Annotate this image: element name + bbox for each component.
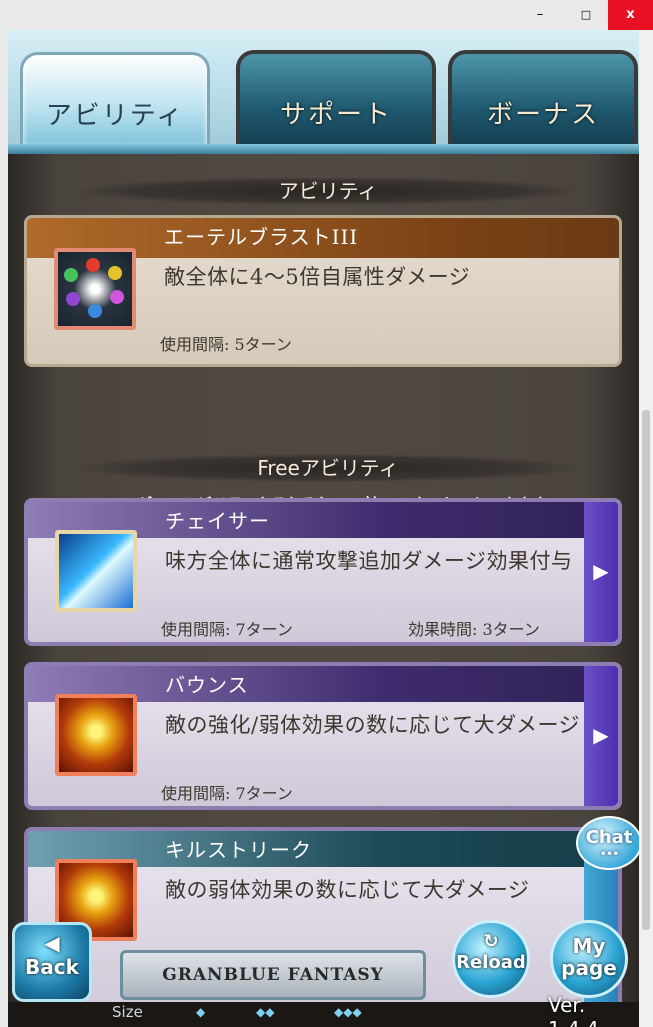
ability-description: 敵全体に4〜5倍自属性ダメージ: [164, 265, 471, 289]
aether-blast-icon: [54, 248, 136, 330]
version-label: Ver. 1.4.4: [548, 993, 599, 1027]
tab-support[interactable]: サポート: [236, 50, 436, 148]
ability-cooldown: 使用間隔: 5ターン: [160, 335, 292, 354]
expand-arrow-button[interactable]: ▶: [584, 666, 618, 806]
reload-label: Reload: [456, 952, 526, 973]
granblue-fantasy-logo: GRANBLUE FANTASY: [120, 950, 426, 1000]
close-button[interactable]: x: [608, 0, 653, 30]
chat-dots-icon: •••: [600, 849, 620, 860]
bounce-icon: [55, 694, 137, 776]
mypage-label: My page: [561, 934, 617, 980]
chaser-icon: [55, 530, 137, 612]
ability-description: 敵の弱体効果の数に応じて大ダメージ: [165, 878, 530, 902]
fire-orb-icon: [86, 258, 100, 272]
free-ability-card-chaser[interactable]: チェイサー 味方全体に通常攻撃追加ダメージ効果付与 使用間隔: 7ターン 効果時…: [24, 498, 622, 646]
tab-bonus[interactable]: ボーナス: [448, 50, 638, 148]
ability-card-aether-blast[interactable]: エーテルブラストIII 敵全体に4〜5倍自属性ダメージ 使用間隔: 5ターン: [24, 215, 622, 367]
arrow-right-icon: ▶: [593, 723, 609, 747]
tab-ability-label: アビリティ: [45, 101, 185, 131]
ability-section-heading: アビリティ: [78, 177, 578, 205]
ability-cooldown: 使用間隔: 7ターン: [161, 620, 293, 639]
ability-description: 味方全体に通常攻撃追加ダメージ効果付与: [165, 549, 573, 573]
arrow-right-icon: ▶: [593, 559, 609, 583]
ability-list-pane[interactable]: アビリティ エーテルブラストIII 敵全体に4〜5倍自属性ダメージ 使用間隔: …: [8, 154, 639, 1027]
tab-bonus-label: ボーナス: [486, 100, 599, 130]
scrollbar-thumb[interactable]: [642, 410, 650, 930]
size-medium-button[interactable]: ◆◆: [256, 1005, 274, 1019]
size-large-button[interactable]: ◆◆◆: [334, 1005, 362, 1019]
tab-support-label: サポート: [279, 100, 392, 130]
wind-orb-icon: [64, 268, 78, 282]
ability-cooldown: 使用間隔: 7ターン: [161, 784, 293, 803]
free-heading-jp: アビリティ: [299, 456, 399, 480]
window-titlebar: – □ x: [0, 0, 653, 30]
window-scrollbar[interactable]: [639, 30, 653, 1027]
back-button[interactable]: ◀ Back: [12, 922, 92, 1002]
dark2-orb-icon: [66, 292, 80, 306]
free-ability-heading: Freeアビリティ: [78, 454, 578, 482]
size-small-button[interactable]: ◆: [196, 1005, 205, 1019]
chat-label: Chat: [585, 827, 633, 848]
expand-arrow-button[interactable]: ▶: [584, 502, 618, 642]
ability-description: 敵の強化/弱体効果の数に応じて大ダメージ: [165, 713, 581, 737]
back-label: Back: [25, 955, 79, 979]
back-arrow-icon: ◀: [44, 931, 60, 955]
free-ability-card-bounce[interactable]: バウンス 敵の強化/弱体効果の数に応じて大ダメージ 使用間隔: 7ターン ▶: [24, 662, 622, 810]
ability-duration: 効果時間: 3ターン: [408, 620, 540, 639]
tab-ability[interactable]: アビリティ: [20, 52, 210, 150]
window-left-border: [0, 30, 8, 1027]
tab-underline: [8, 144, 639, 154]
reload-button[interactable]: ↻ Reload: [452, 920, 530, 998]
minimize-button[interactable]: –: [517, 0, 563, 30]
dark-orb-icon: [110, 290, 124, 304]
size-label: Size: [112, 1003, 143, 1021]
size-bar: [8, 1002, 639, 1027]
ability-heading-text: アビリティ: [278, 179, 378, 203]
light-orb-icon: [108, 266, 122, 280]
chat-button[interactable]: Chat •••: [576, 816, 639, 870]
reload-icon: ↻: [483, 931, 499, 952]
free-heading-latin: Free: [257, 456, 300, 480]
mypage-button[interactable]: My page: [550, 920, 628, 998]
maximize-button[interactable]: □: [563, 0, 609, 30]
game-viewport: アビリティ サポート ボーナス アビリティ エーテルブラストIII 敵全体に4〜…: [8, 30, 639, 1027]
water-orb-icon: [88, 304, 102, 318]
tab-bar: アビリティ サポート ボーナス: [8, 30, 639, 150]
